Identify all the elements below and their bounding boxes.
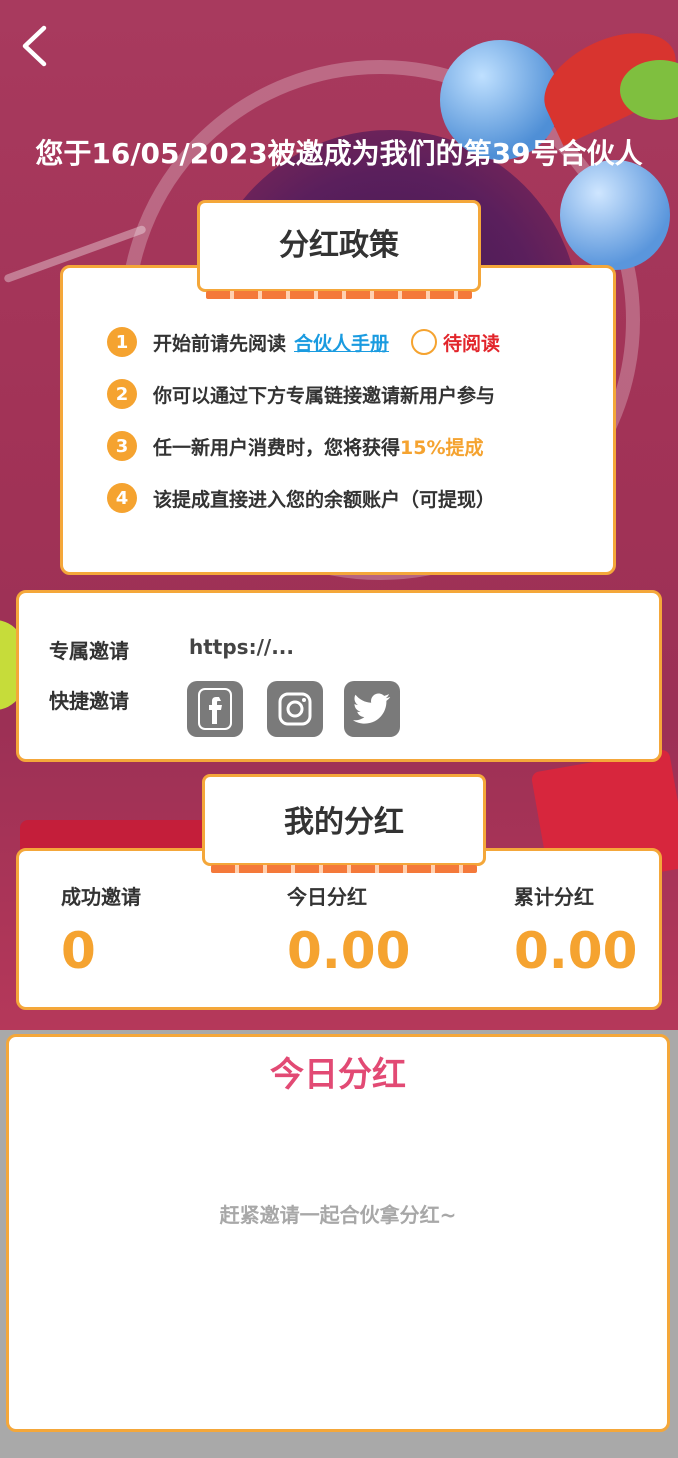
twitter-icon — [353, 693, 391, 724]
instagram-icon — [278, 692, 312, 726]
partner-handbook-link[interactable]: 合伙人手册 — [294, 329, 389, 356]
policy-item-text: 开始前请先阅读 — [153, 332, 287, 355]
number-badge: 3 — [107, 431, 137, 461]
stat-value: 0.00 — [514, 922, 638, 980]
dividend-tab: 我的分红 — [202, 774, 486, 873]
policy-item-2: 2 你可以通过下方专属链接邀请新用户参与 — [107, 368, 603, 420]
policy-card: 1 开始前请先阅读 合伙人手册 待阅读 2 你可以通过下方专属链接邀请新用户参与… — [60, 265, 616, 575]
stat-label: 成功邀请 — [61, 885, 141, 909]
policy-tab-title: 分红政策 — [279, 228, 399, 263]
stat-today-dividend: 今日分红 0.00 — [287, 881, 410, 980]
number-badge: 4 — [107, 483, 137, 513]
instagram-share-button[interactable] — [267, 681, 323, 737]
quick-invite-label: 快捷邀请 — [49, 689, 129, 713]
number-badge: 2 — [107, 379, 137, 409]
read-status-label: 待阅读 — [443, 332, 501, 355]
stat-value: 0.00 — [287, 922, 411, 980]
policy-tab: 分红政策 — [197, 200, 481, 299]
stat-label: 累计分红 — [514, 885, 594, 909]
today-dividend-title: 今日分红 — [270, 1055, 406, 1095]
exclusive-invite-label: 专属邀请 — [49, 639, 129, 663]
number-badge: 1 — [107, 327, 137, 357]
commission-highlight: 15%提成 — [400, 436, 484, 459]
dividend-tab-title: 我的分红 — [284, 805, 404, 840]
policy-item-3: 3 任一新用户消费时，您将获得 15%提成 — [107, 420, 603, 472]
stat-successful-invites: 成功邀请 0 — [61, 881, 141, 980]
chevron-left-icon — [22, 25, 47, 67]
empty-state-text: 赶紧邀请一起合伙拿分红~ — [219, 1203, 457, 1227]
facebook-share-button[interactable] — [187, 681, 243, 737]
policy-item-1: 1 开始前请先阅读 合伙人手册 待阅读 — [107, 316, 603, 368]
facebook-icon — [198, 688, 232, 730]
twitter-share-button[interactable] — [344, 681, 400, 737]
stat-label: 今日分红 — [287, 885, 367, 909]
read-status-radio[interactable] — [411, 329, 438, 355]
policy-item-text: 该提成直接进入您的余额账户（可提现） — [153, 488, 496, 511]
invite-card: 专属邀请 https://... 快捷邀请 — [16, 590, 662, 762]
policy-item-4: 4 该提成直接进入您的余额账户（可提现） — [107, 472, 603, 524]
policy-item-text: 你可以通过下方专属链接邀请新用户参与 — [153, 384, 496, 407]
back-button[interactable] — [14, 24, 54, 68]
stat-total-dividend: 累计分红 0.00 — [514, 881, 637, 980]
policy-item-text: 任一新用户消费时，您将获得 — [153, 436, 401, 459]
tab-decoration — [211, 865, 477, 873]
tab-decoration — [206, 291, 472, 299]
policy-list: 1 开始前请先阅读 合伙人手册 待阅读 2 你可以通过下方专属链接邀请新用户参与… — [107, 316, 603, 524]
stat-value: 0 — [61, 922, 96, 980]
invite-title: 您于16/05/2023被邀成为我们的第39号合伙人 — [35, 137, 643, 170]
invite-url[interactable]: https://... — [189, 635, 294, 659]
today-dividend-card: 今日分红 赶紧邀请一起合伙拿分红~ — [6, 1034, 670, 1432]
